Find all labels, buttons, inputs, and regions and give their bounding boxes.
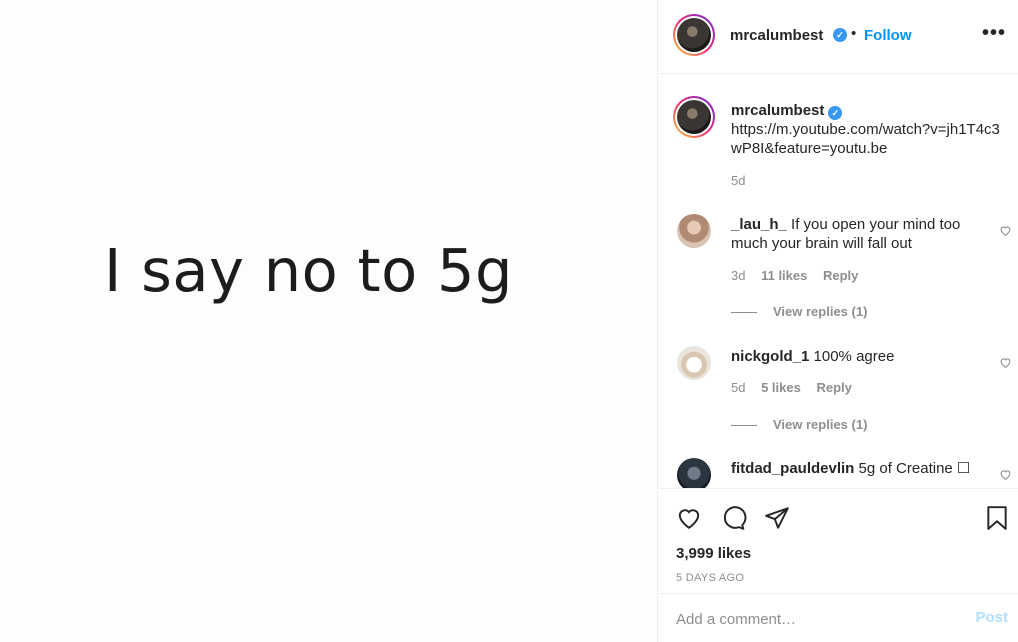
comment-text: 100% agree bbox=[813, 348, 895, 365]
reply-button[interactable]: Reply bbox=[823, 268, 858, 283]
likes-count[interactable]: 3,999 likes bbox=[676, 545, 751, 562]
commenter-avatar[interactable] bbox=[677, 346, 711, 380]
more-options-icon[interactable]: ••• bbox=[982, 22, 1006, 45]
commenter-username[interactable]: nickgold_1 bbox=[731, 348, 809, 365]
caption-username[interactable]: mrcalumbest bbox=[731, 102, 824, 119]
author-avatar[interactable] bbox=[673, 14, 715, 56]
replies-divider bbox=[731, 425, 757, 427]
add-comment-input[interactable] bbox=[676, 608, 946, 630]
author-username[interactable]: mrcalumbest bbox=[730, 27, 823, 44]
verified-badge-icon: ✓ bbox=[833, 28, 847, 42]
comment-body: _lau_h_ If you open your mind too much y… bbox=[731, 215, 981, 253]
post-media[interactable]: I say no to 5g bbox=[0, 0, 657, 642]
view-replies-label: View replies (1) bbox=[773, 304, 868, 319]
comment-meta: 5d 5 likes Reply bbox=[731, 380, 852, 395]
commenter-avatar[interactable] bbox=[677, 214, 711, 248]
comment-time: 3d bbox=[731, 268, 746, 283]
reply-button[interactable]: Reply bbox=[816, 380, 851, 395]
comment-body: fitdad_pauldevlin 5g of Creatine ☐ bbox=[731, 459, 991, 478]
comment-meta: 3d 11 likes Reply bbox=[731, 268, 858, 283]
comment-composer: Post bbox=[658, 593, 1018, 642]
comment-text: 5g of Creatine ☐ bbox=[858, 460, 971, 477]
caption-author-avatar[interactable] bbox=[673, 96, 715, 138]
commenter-username[interactable]: _lau_h_ bbox=[731, 216, 787, 233]
heart-icon[interactable] bbox=[675, 505, 703, 531]
commenter-username[interactable]: fitdad_pauldevlin bbox=[731, 460, 854, 477]
caption-time: 5d bbox=[731, 173, 746, 188]
comment-likes[interactable]: 11 likes bbox=[761, 268, 807, 283]
post-date: 5 DAYS AGO bbox=[676, 572, 745, 584]
view-replies-button[interactable]: View replies (1) bbox=[731, 417, 867, 432]
separator-dot: • bbox=[851, 25, 857, 42]
paper-plane-icon[interactable] bbox=[763, 505, 791, 531]
post-header: mrcalumbest ✓ • Follow ••• bbox=[658, 0, 1018, 74]
replies-divider bbox=[731, 312, 757, 314]
media-overlay-text: I say no to 5g bbox=[104, 236, 513, 305]
view-replies-button[interactable]: View replies (1) bbox=[731, 304, 867, 319]
caption-link[interactable]: https://m.youtube.com/watch?v=jh1T4c3wP8… bbox=[731, 121, 1000, 157]
small-heart-icon[interactable] bbox=[999, 224, 1012, 237]
caption-body: mrcalumbest ✓ https://m.youtube.com/watch… bbox=[731, 101, 1001, 158]
small-heart-icon[interactable] bbox=[999, 356, 1012, 369]
post-actions: 3,999 likes 5 DAYS AGO bbox=[658, 488, 1018, 593]
small-heart-icon[interactable] bbox=[999, 468, 1012, 481]
comment-bubble-icon[interactable] bbox=[719, 505, 747, 531]
comment-likes[interactable]: 5 likes bbox=[761, 380, 801, 395]
view-replies-label: View replies (1) bbox=[773, 417, 868, 432]
post-comment-button[interactable]: Post bbox=[975, 609, 1008, 626]
verified-badge-icon: ✓ bbox=[828, 106, 843, 120]
bookmark-icon[interactable] bbox=[984, 504, 1010, 532]
commenter-avatar[interactable] bbox=[677, 458, 711, 488]
comment-time: 5d bbox=[731, 380, 746, 395]
follow-button[interactable]: Follow bbox=[864, 27, 912, 44]
comment-body: nickgold_1 100% agree bbox=[731, 347, 981, 366]
comments-list[interactable]: mrcalumbest ✓ https://m.youtube.com/watch… bbox=[658, 75, 1018, 488]
post-side-panel: mrcalumbest ✓ • Follow ••• mrcalumbest ✓ … bbox=[657, 0, 1018, 642]
